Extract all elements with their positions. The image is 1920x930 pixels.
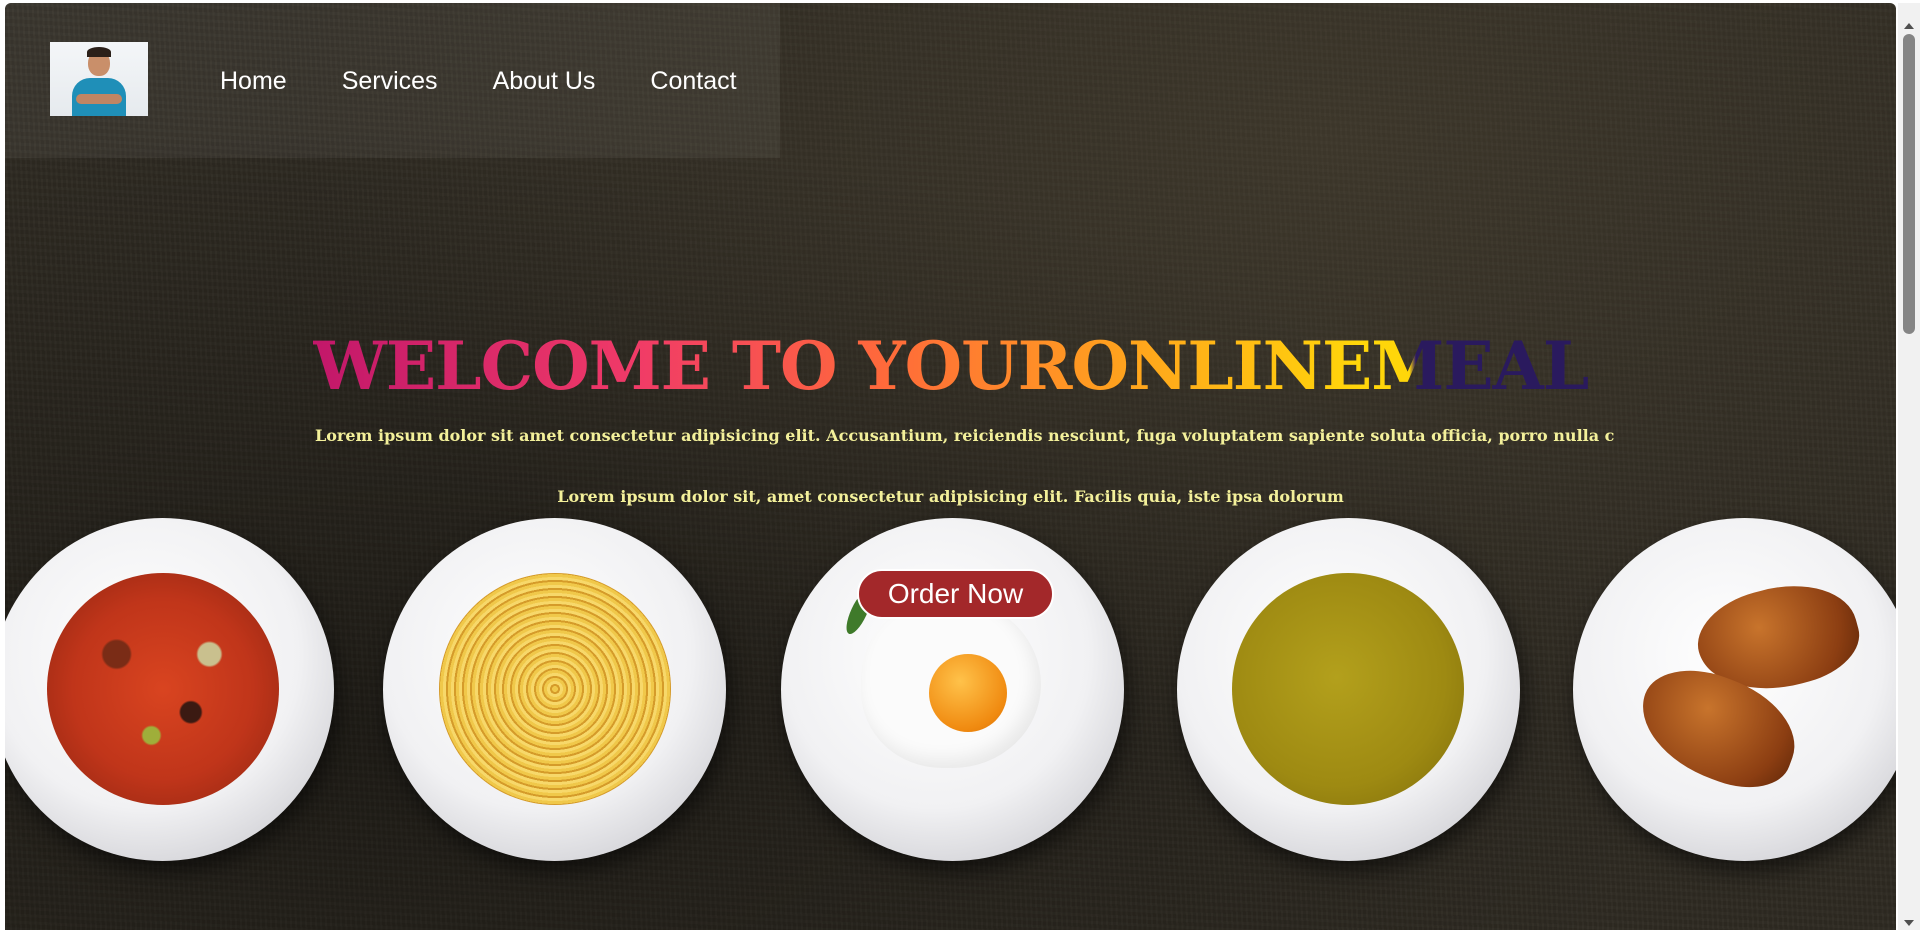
nav-link-about-us[interactable]: About Us [493,67,596,96]
avatar-arms [76,94,122,104]
pea-soup-image [1232,573,1464,805]
logo-avatar[interactable] [50,42,148,116]
avatar-hair [87,47,111,57]
plate-croissants [1573,518,1896,861]
spaghetti-image [439,573,671,805]
egg-yolk [929,654,1007,732]
hero-paragraph-1: Lorem ipsum dolor sit amet consectetur a… [315,426,1615,445]
hero-title-text: WELCOME TO YOURONLINEMEAL [312,327,1590,405]
plate-minestrone-soup [5,518,334,861]
scroll-down-arrow-icon[interactable] [1904,920,1914,926]
nav-link-home[interactable]: Home [220,67,287,96]
plate-spaghetti [383,518,726,861]
nav-link-contact[interactable]: Contact [650,67,736,96]
scroll-up-arrow-icon[interactable] [1904,23,1914,29]
nav-link-services[interactable]: Services [342,67,438,96]
vertical-scrollbar[interactable] [1898,3,1920,930]
hero-paragraph-2: Lorem ipsum dolor sit, amet consectetur … [557,487,1344,506]
plate-pea-soup [1177,518,1520,861]
hero-title: WELCOME TO YOURONLINEMEAL [5,333,1896,399]
minestrone-soup-image [47,573,279,805]
order-now-button[interactable]: Order Now [857,569,1054,619]
navbar: Home Services About Us Contact [5,3,780,158]
page-viewport: Home Services About Us Contact WELCOME T… [5,3,1896,930]
scrollbar-thumb[interactable] [1903,34,1915,334]
nav-menu: Home Services About Us Contact [220,67,737,96]
